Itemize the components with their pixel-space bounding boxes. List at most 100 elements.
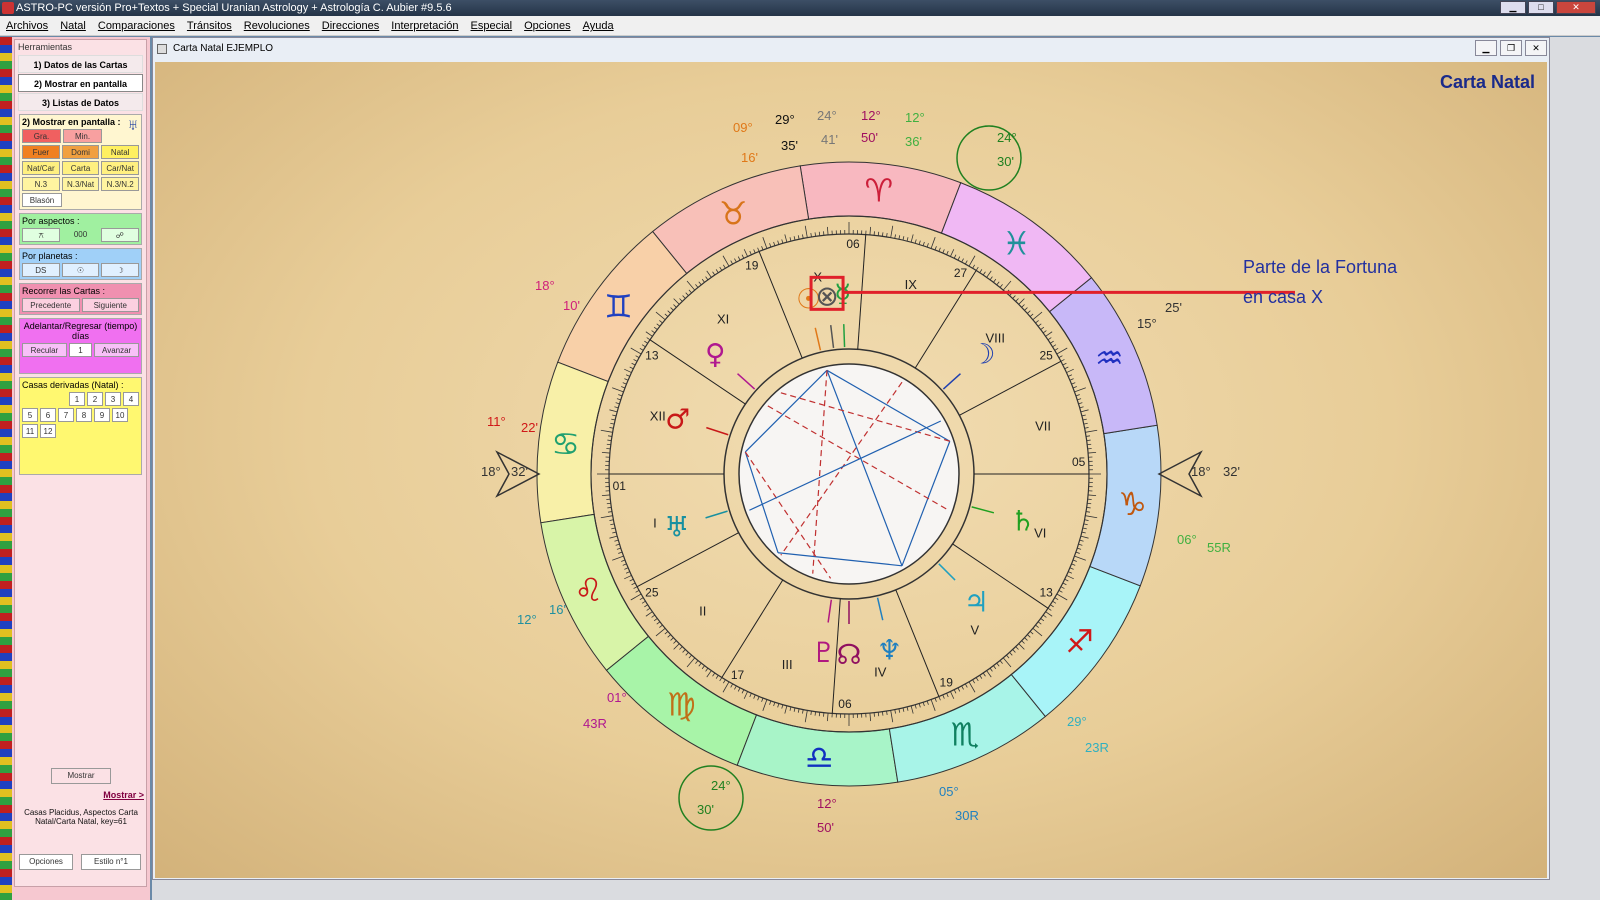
tick <box>996 281 1000 286</box>
tick <box>616 398 621 401</box>
casa-11[interactable]: 11 <box>22 424 38 438</box>
ds-button[interactable]: DS <box>22 263 60 277</box>
menu-ayuda[interactable]: Ayuda <box>577 16 620 35</box>
menu-interpretacion[interactable]: Interpretación <box>385 16 464 35</box>
tab-mostrar-pantalla[interactable]: 2) Mostrar en pantalla <box>18 74 143 92</box>
tick <box>607 507 612 509</box>
casa-7[interactable]: 7 <box>58 408 74 422</box>
moon-button[interactable]: ☽ <box>101 263 140 277</box>
maximize-button[interactable]: □ <box>1528 1 1554 14</box>
casa-3[interactable]: 3 <box>105 392 121 406</box>
minimize-button[interactable]: ▁ <box>1500 1 1526 14</box>
tick <box>737 256 741 261</box>
planet-glyph: ♀ <box>705 338 726 371</box>
house-number: XII <box>650 409 666 424</box>
menu-comparaciones[interactable]: Comparaciones <box>92 16 181 35</box>
house-number: IX <box>905 277 918 292</box>
menu-revoluciones[interactable]: Revoluciones <box>238 16 316 35</box>
casa-8[interactable]: 8 <box>76 408 92 422</box>
opciones-button[interactable]: Opciones <box>19 854 73 870</box>
tab-datos-cartas[interactable]: 1) Datos de las Cartas <box>18 55 143 73</box>
tick <box>1078 543 1083 546</box>
planet-glyph: ♅ <box>664 511 689 544</box>
casa-5[interactable]: 5 <box>22 408 38 422</box>
doc-minimize-button[interactable]: ▁ <box>1475 40 1497 56</box>
tick <box>999 284 1003 288</box>
blason-button[interactable]: Blasón <box>22 193 62 207</box>
planet-glyph: ♃ <box>964 585 989 618</box>
mostrar-button[interactable]: Mostrar <box>51 768 111 784</box>
tick <box>698 281 702 286</box>
n3-button[interactable]: N.3 <box>22 177 60 191</box>
carnat-button[interactable]: Car/Nat <box>101 161 140 175</box>
casa-4[interactable]: 4 <box>123 392 139 406</box>
casa-2[interactable]: 2 <box>87 392 103 406</box>
menu-natal[interactable]: Natal <box>54 16 92 35</box>
tick <box>789 237 792 242</box>
tick <box>1066 575 1074 580</box>
tick <box>753 249 756 254</box>
n3nat-button[interactable]: N.3/Nat <box>61 177 100 191</box>
tick <box>722 255 730 267</box>
natcar-button[interactable]: Nat/Car <box>22 161 60 175</box>
cusp-label: 41' <box>821 132 838 147</box>
tick <box>1024 637 1028 641</box>
tick <box>612 531 617 534</box>
casa-10[interactable]: 10 <box>112 408 128 422</box>
siguiente-button[interactable]: Siguiente <box>81 298 139 312</box>
tick <box>886 710 888 716</box>
tick <box>655 311 666 321</box>
close-button[interactable]: ✕ <box>1556 1 1596 14</box>
house-cusp-line <box>649 339 746 405</box>
tick <box>1058 590 1063 593</box>
casa-12[interactable]: 12 <box>40 424 56 438</box>
tick <box>934 697 937 702</box>
casa-9[interactable]: 9 <box>94 408 110 422</box>
sun-button[interactable]: ☉ <box>61 263 100 277</box>
tab-listas-datos[interactable]: 3) Listas de Datos <box>18 93 143 111</box>
gra-button[interactable]: Gra. <box>22 129 61 143</box>
adelantar-group: Adelantar/Regresar (tiempo) días Recular… <box>19 318 142 374</box>
menu-direcciones[interactable]: Direcciones <box>316 16 385 35</box>
mostrar-link[interactable]: Mostrar > <box>103 790 144 800</box>
tick <box>1029 631 1034 635</box>
planet-pointer <box>876 597 884 621</box>
menu-especial[interactable]: Especial <box>465 16 519 35</box>
tick <box>614 539 619 542</box>
aspect-button-1[interactable]: ⚻ <box>22 228 61 242</box>
cusp-label: 18° <box>1191 464 1211 479</box>
casa-6[interactable]: 6 <box>40 408 56 422</box>
domi-button[interactable]: Domi <box>61 145 100 159</box>
precedente-button[interactable]: Precedente <box>22 298 80 312</box>
menu-archivos[interactable]: Archivos <box>0 16 54 35</box>
doc-close-button[interactable]: ✕ <box>1525 40 1547 56</box>
menu-opciones[interactable]: Opciones <box>518 16 576 35</box>
carta-button[interactable]: Carta <box>61 161 100 175</box>
tick <box>734 685 737 690</box>
aspect-button-2[interactable]: ☍ <box>100 228 139 242</box>
ring-number: 05 <box>1072 455 1086 469</box>
ring-number: 13 <box>645 349 659 363</box>
fuer-button[interactable]: Fuer <box>22 145 60 159</box>
planet-pointer <box>737 373 756 390</box>
tick <box>1032 627 1043 637</box>
n3n2-button[interactable]: N.3/N.2 <box>101 177 140 191</box>
estilo-button[interactable]: Estilo n°1 <box>81 854 141 870</box>
doc-restore-button[interactable]: ❐ <box>1500 40 1522 56</box>
tick <box>706 270 712 278</box>
casa-1[interactable]: 1 <box>69 392 85 406</box>
recular-button[interactable]: Recular <box>22 343 67 357</box>
tick <box>968 255 976 267</box>
tick <box>1081 531 1086 534</box>
menu-transitos[interactable]: Tránsitos <box>181 16 238 35</box>
tick <box>975 677 979 682</box>
tick <box>902 707 905 712</box>
min-button[interactable]: Min. <box>63 129 102 143</box>
natal-button[interactable]: Natal <box>101 145 140 159</box>
days-input[interactable]: 1 <box>68 343 93 357</box>
cusp-label: 10' <box>563 298 580 313</box>
avanzar-button[interactable]: Avanzar <box>94 343 139 357</box>
cusp-label: 29° <box>1067 714 1087 729</box>
tick <box>1045 331 1053 337</box>
tick <box>737 687 741 692</box>
